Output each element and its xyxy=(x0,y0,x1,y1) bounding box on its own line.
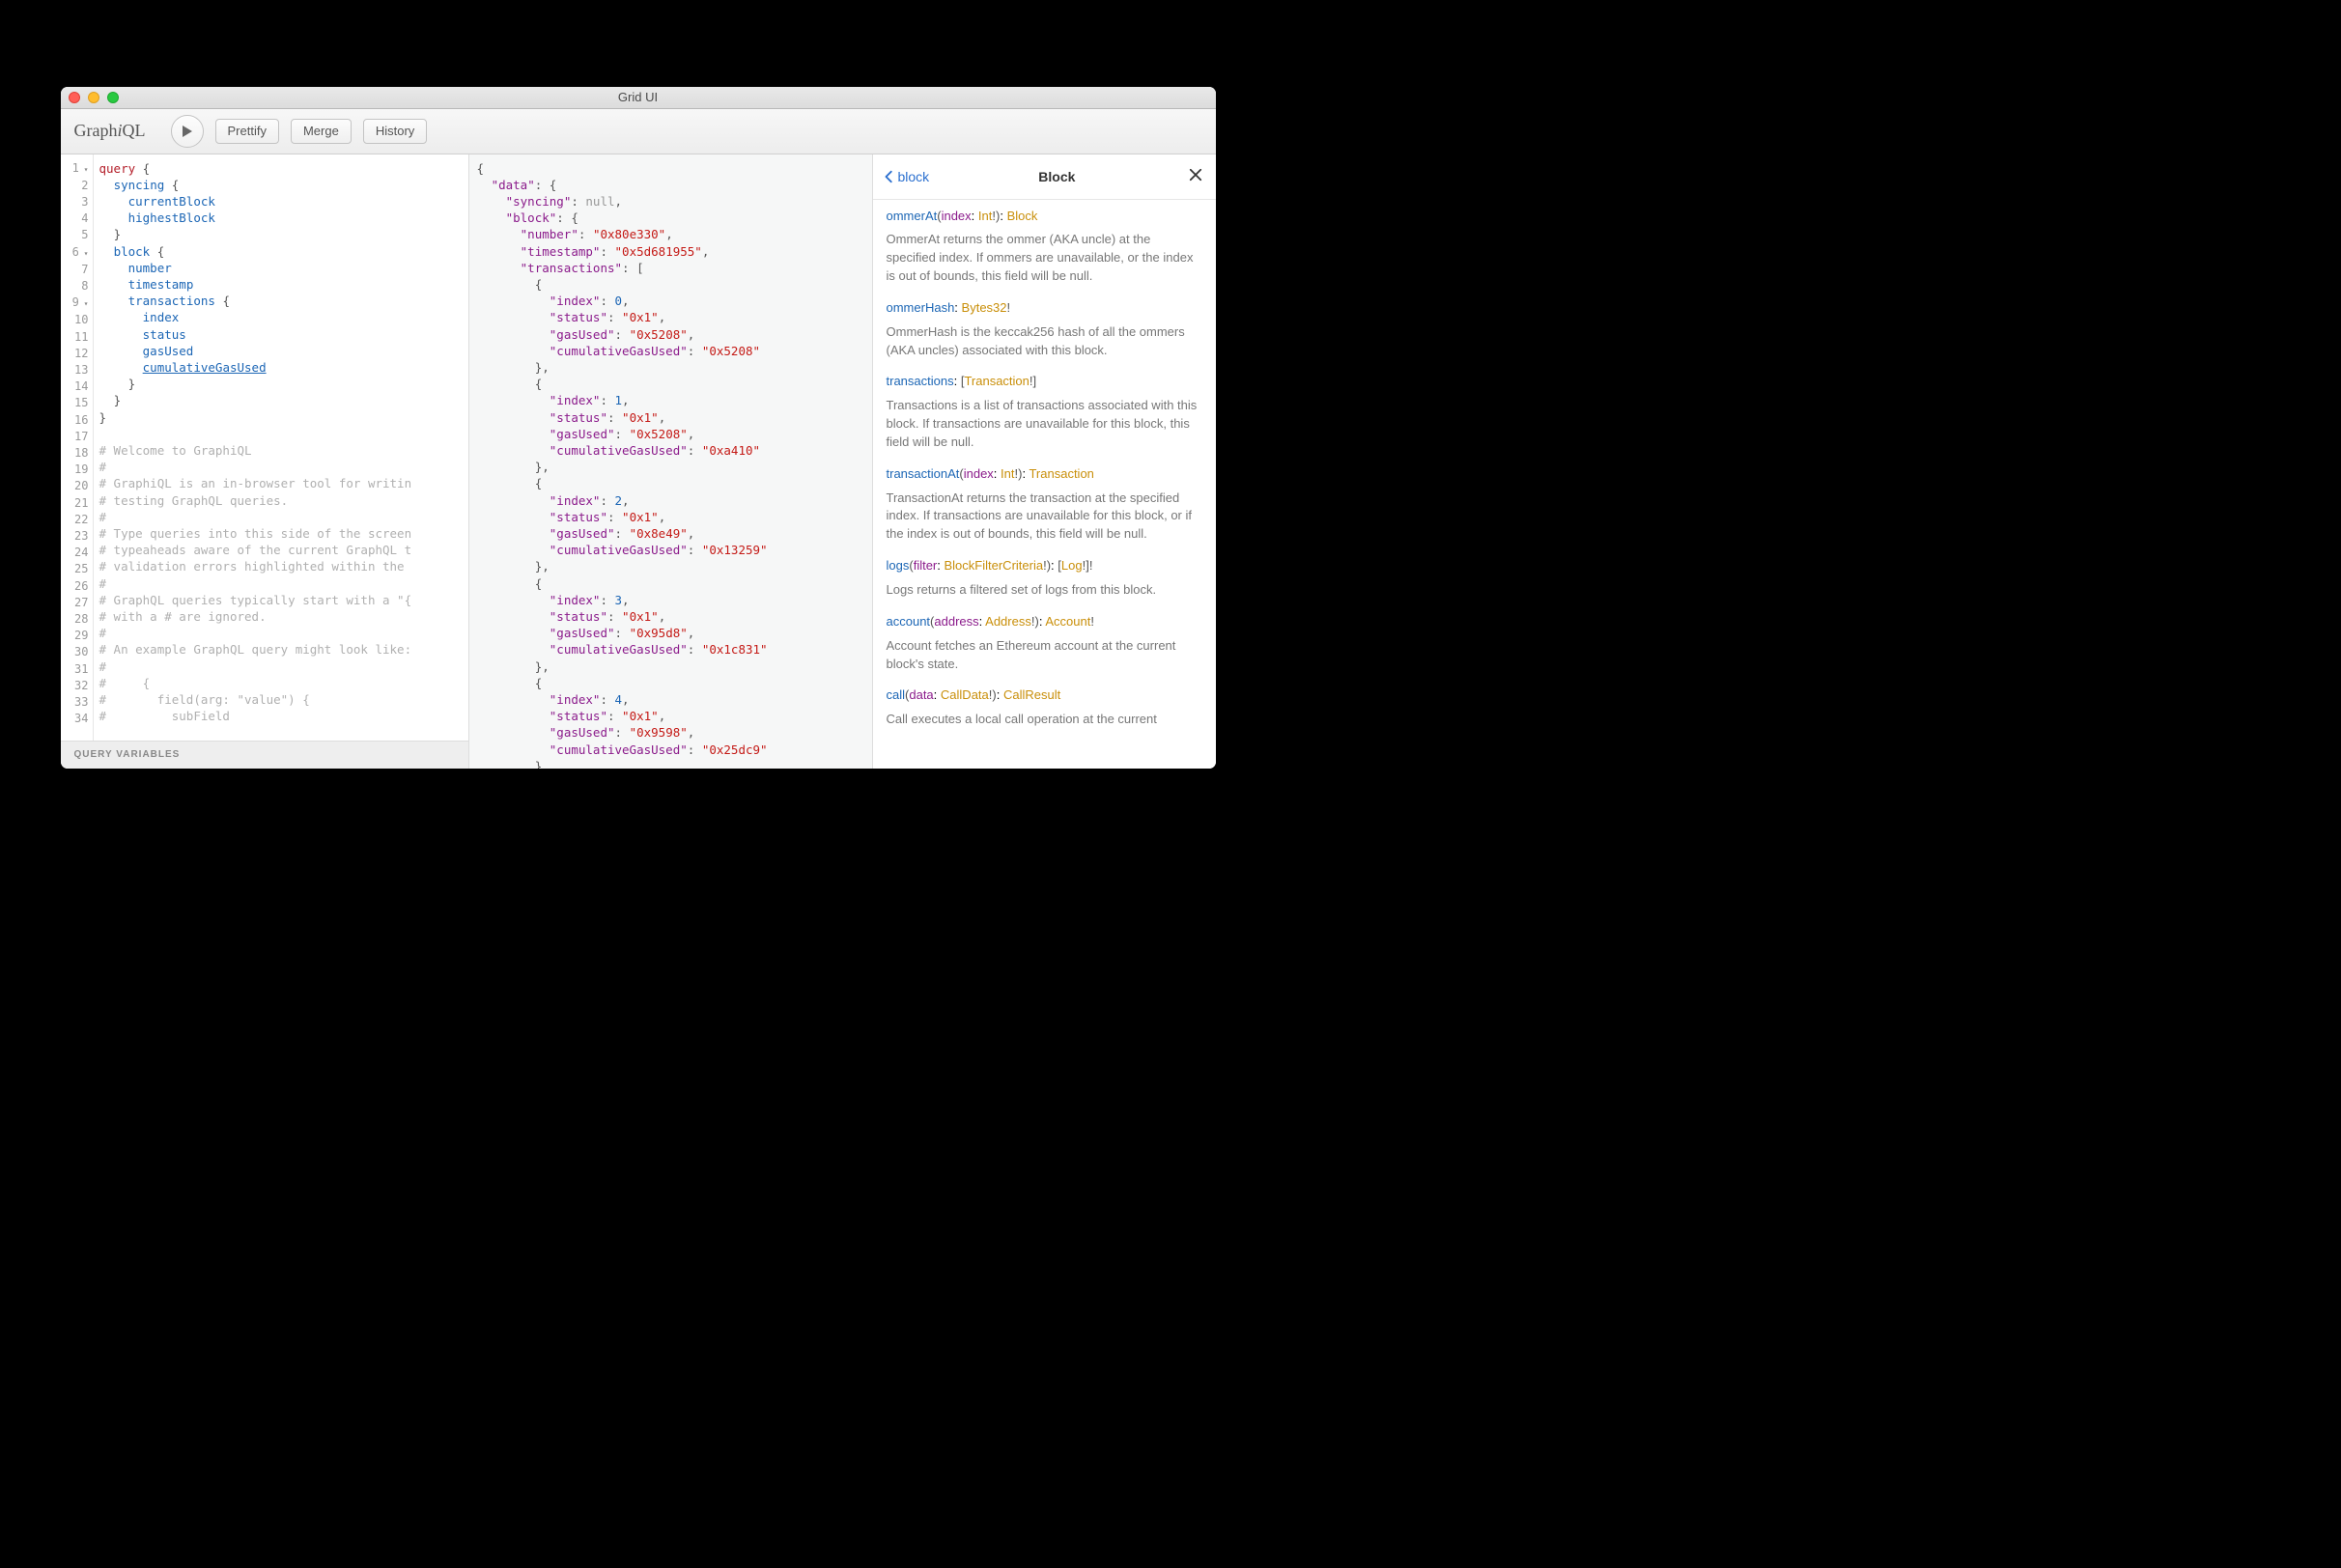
docs-close-button[interactable] xyxy=(1185,166,1206,186)
window-title: Grid UI xyxy=(61,90,1216,104)
graphiql-logo: GraphiQL xyxy=(74,121,146,141)
play-icon xyxy=(182,125,193,138)
results-pane[interactable]: { "data": { "syncing": null, "block": { … xyxy=(469,154,872,769)
docs-back-button[interactable]: block xyxy=(883,169,930,184)
content-area: 1 ▾23456 ▾789 ▾1011121314151617181920212… xyxy=(61,154,1216,769)
editor-gutter: 1 ▾23456 ▾789 ▾1011121314151617181920212… xyxy=(61,154,94,741)
doc-signature[interactable]: ommerAt(index: Int!): Block xyxy=(887,208,1202,226)
query-editor[interactable]: 1 ▾23456 ▾789 ▾1011121314151617181920212… xyxy=(61,154,468,741)
logo-text-2: QL xyxy=(123,121,146,140)
docs-title: Block xyxy=(929,169,1184,184)
doc-description: OmmerHash is the keccak256 hash of all t… xyxy=(887,323,1202,360)
doc-entry: account(address: Address!): Account! Acc… xyxy=(887,613,1202,674)
doc-description: Call executes a local call operation at … xyxy=(887,711,1202,729)
doc-signature[interactable]: account(address: Address!): Account! xyxy=(887,613,1202,631)
toolbar: GraphiQL Prettify Merge History xyxy=(61,109,1216,154)
prettify-button[interactable]: Prettify xyxy=(215,119,279,144)
doc-description: OmmerAt returns the ommer (AKA uncle) at… xyxy=(887,231,1202,286)
traffic-lights xyxy=(69,92,119,103)
doc-description: TransactionAt returns the transaction at… xyxy=(887,490,1202,545)
query-editor-pane: 1 ▾23456 ▾789 ▾1011121314151617181920212… xyxy=(61,154,469,769)
window-close-button[interactable] xyxy=(69,92,80,103)
docs-body[interactable]: ommerAt(index: Int!): Block OmmerAt retu… xyxy=(873,200,1216,769)
titlebar[interactable]: Grid UI xyxy=(61,87,1216,109)
close-icon xyxy=(1189,168,1202,182)
window-minimize-button[interactable] xyxy=(88,92,99,103)
doc-signature[interactable]: transactions: [Transaction!] xyxy=(887,373,1202,391)
docs-pane: block Block ommerAt(index: Int!): Block … xyxy=(872,154,1216,769)
query-variables-header[interactable]: Query Variables xyxy=(61,741,468,769)
execute-query-button[interactable] xyxy=(171,115,204,148)
doc-signature[interactable]: transactionAt(index: Int!): Transaction xyxy=(887,465,1202,484)
doc-description: Account fetches an Ethereum account at t… xyxy=(887,637,1202,674)
history-button[interactable]: History xyxy=(363,119,427,144)
doc-entry: logs(filter: BlockFilterCriteria!): [Log… xyxy=(887,557,1202,600)
chevron-left-icon xyxy=(883,170,896,183)
merge-button[interactable]: Merge xyxy=(291,119,352,144)
doc-signature[interactable]: ommerHash: Bytes32! xyxy=(887,299,1202,318)
docs-header: block Block xyxy=(873,154,1216,200)
doc-description: Transactions is a list of transactions a… xyxy=(887,397,1202,452)
doc-entry: ommerAt(index: Int!): Block OmmerAt retu… xyxy=(887,208,1202,286)
doc-entry: call(data: CallData!): CallResult Call e… xyxy=(887,686,1202,729)
doc-signature[interactable]: logs(filter: BlockFilterCriteria!): [Log… xyxy=(887,557,1202,575)
doc-entry: ommerHash: Bytes32! OmmerHash is the kec… xyxy=(887,299,1202,360)
docs-back-label: block xyxy=(898,169,930,184)
doc-description: Logs returns a filtered set of logs from… xyxy=(887,581,1202,600)
app-window: Grid UI GraphiQL Prettify Merge History … xyxy=(61,87,1216,769)
doc-entry: transactions: [Transaction!] Transaction… xyxy=(887,373,1202,451)
logo-text-1: Graph xyxy=(74,121,118,140)
doc-signature[interactable]: call(data: CallData!): CallResult xyxy=(887,686,1202,705)
window-zoom-button[interactable] xyxy=(107,92,119,103)
doc-entry: transactionAt(index: Int!): Transaction … xyxy=(887,465,1202,544)
editor-code[interactable]: query { syncing { currentBlock highestBl… xyxy=(94,154,468,741)
